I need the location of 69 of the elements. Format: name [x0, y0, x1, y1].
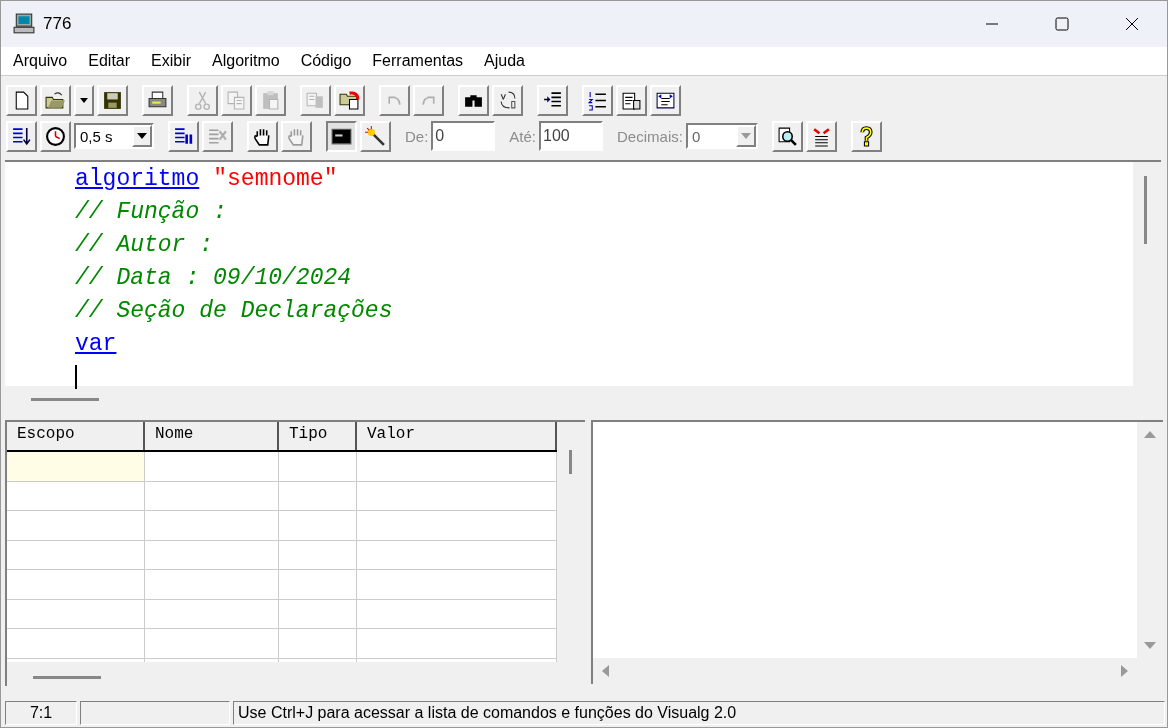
- caret-icon: [79, 97, 89, 103]
- code-token: "semnome": [213, 165, 338, 192]
- code-token: // Autor :: [75, 231, 214, 258]
- new-file-button[interactable]: [6, 84, 37, 116]
- menu-item[interactable]: Arquivo: [13, 52, 68, 70]
- code-token: algoritmo: [75, 165, 200, 192]
- field-label: De:: [405, 127, 429, 145]
- column-header[interactable]: Escopo: [7, 422, 145, 450]
- code-token: // Data : 09/10/2024: [75, 264, 352, 291]
- speed-dropdown[interactable]: 0,5 s: [74, 123, 154, 149]
- menu-item[interactable]: Ajuda: [484, 52, 525, 70]
- scroll-down-icon: [1144, 642, 1156, 650]
- folder-arrow-button[interactable]: [334, 84, 365, 116]
- replace-button[interactable]: [492, 84, 523, 116]
- folder-icon: [45, 89, 66, 111]
- computer-icon: [13, 13, 35, 35]
- arrows-list-button[interactable]: [805, 120, 837, 152]
- numbered-list-button[interactable]: [582, 84, 613, 116]
- maximize-icon: [1055, 17, 1069, 31]
- menu-item[interactable]: Editar: [88, 52, 131, 70]
- hand-button[interactable]: [247, 120, 278, 152]
- scroll-up-icon: [1144, 430, 1156, 438]
- column-header[interactable]: Tipo: [279, 422, 357, 450]
- scroll-right-icon: [1121, 665, 1129, 677]
- window-title: 776: [43, 14, 72, 34]
- menu-item[interactable]: Código: [300, 52, 352, 70]
- folder-arrow-icon: [339, 89, 360, 111]
- caret-button[interactable]: [74, 84, 94, 116]
- copy-icon: [226, 89, 247, 111]
- list-pause-icon: [173, 125, 194, 147]
- floppy-button[interactable]: [97, 84, 128, 116]
- numbered-list-icon: [587, 89, 608, 111]
- magnifier-icon: [776, 125, 798, 147]
- folder-button[interactable]: [40, 84, 71, 116]
- field-label: Até:: [509, 127, 537, 145]
- status-message: Use Ctrl+J para acessar a lista de comandos e funções do Visualg 2.0: [233, 701, 1165, 725]
- field-label: Decimais:: [617, 127, 683, 145]
- code-token: var: [75, 330, 117, 357]
- binoculars-button[interactable]: [458, 84, 489, 116]
- magic-wand-icon: [365, 125, 386, 147]
- menu-item[interactable]: Exibir: [151, 52, 192, 70]
- printer-button[interactable]: [142, 84, 173, 116]
- column-header[interactable]: Valor: [357, 422, 557, 450]
- code-token: // Seção de Declarações: [75, 297, 393, 324]
- magnifier-button[interactable]: [771, 120, 803, 152]
- caret-icon: [137, 133, 147, 139]
- menu-item[interactable]: Ferramentas: [372, 52, 464, 70]
- scissors-icon: [192, 89, 213, 111]
- document-hand-button[interactable]: [616, 84, 647, 116]
- floppy-icon: [102, 89, 123, 111]
- indent-button[interactable]: [537, 84, 568, 116]
- column-header[interactable]: Nome: [145, 422, 279, 450]
- caret-icon: [740, 133, 751, 139]
- clipboard-icon: [260, 89, 281, 111]
- scroll-left-icon: [601, 665, 609, 677]
- menu-item[interactable]: Algoritmo: [212, 52, 280, 70]
- console-button[interactable]: [326, 120, 357, 152]
- help-button[interactable]: [850, 120, 882, 152]
- code-token: // Função :: [75, 198, 227, 225]
- close-icon: [1125, 17, 1139, 31]
- list-pause-button[interactable]: [168, 120, 199, 152]
- minimize-icon: [986, 23, 998, 25]
- clock-button[interactable]: [40, 120, 71, 152]
- cursor-position: 7:1: [5, 701, 77, 725]
- clock-icon: [45, 125, 66, 147]
- fit-width-button[interactable]: [650, 84, 681, 116]
- magic-wand-button[interactable]: [360, 120, 391, 152]
- list-arrow-button[interactable]: [6, 120, 37, 152]
- list-arrow-icon: [11, 125, 32, 147]
